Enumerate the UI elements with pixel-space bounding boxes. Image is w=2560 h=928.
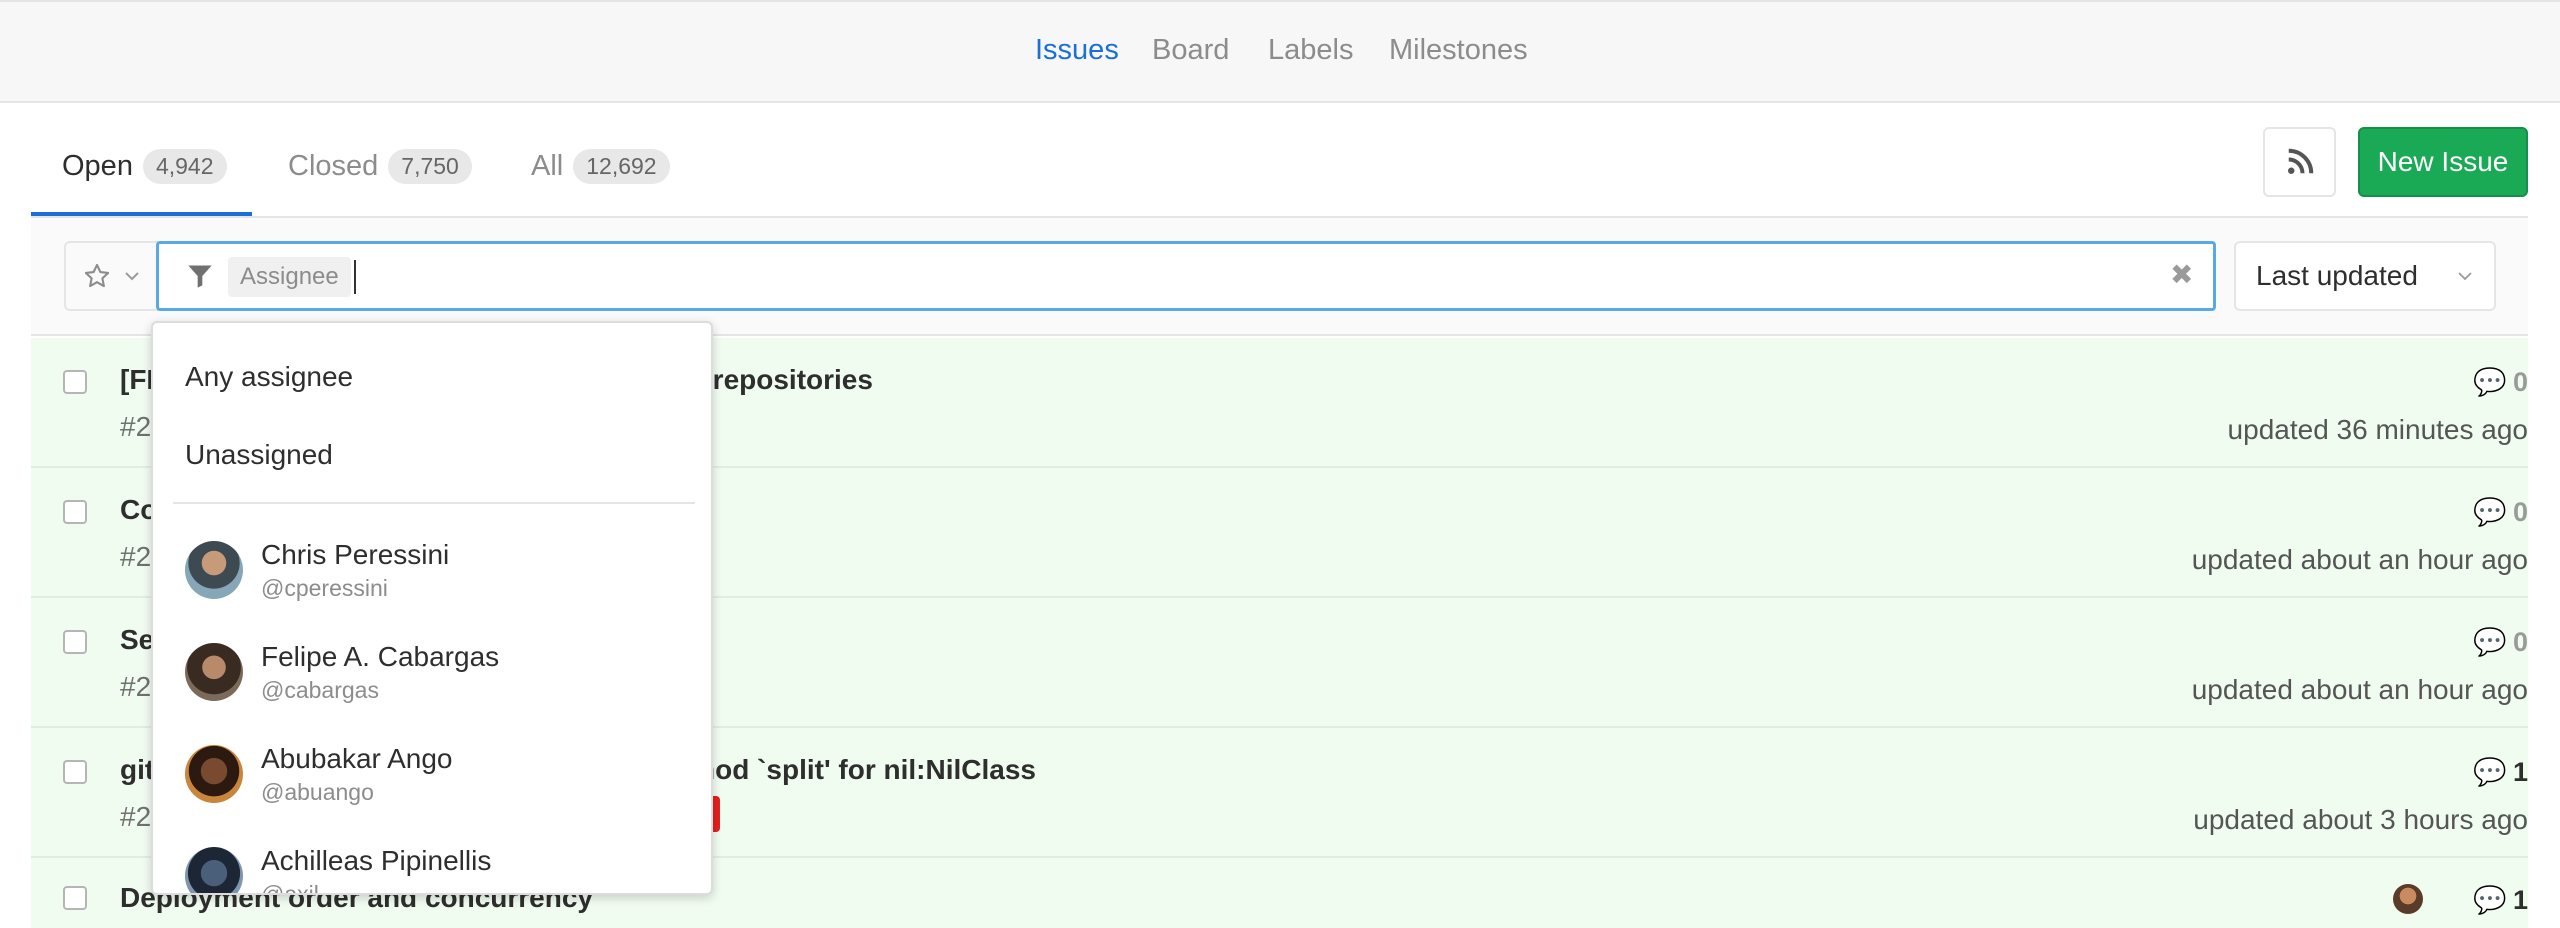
filter-icon [188,265,212,288]
tab-all-label: All [531,149,564,182]
issue-title[interactable]: git [120,754,154,786]
new-issue-button[interactable]: New Issue [2358,127,2528,197]
avatar [185,541,243,599]
user-option[interactable]: Chris Peressini @cperessini [185,535,685,605]
issue-ref: #2 [120,411,152,442]
open-count-badge: 4,942 [142,148,227,184]
user-name: Chris Peressini [261,539,450,570]
option-unassigned[interactable]: Unassigned [185,439,333,471]
comment-count-value: 0 [2512,366,2528,397]
nav-issues[interactable]: Issues [1035,34,1119,67]
updated-time: updated about an hour ago [2191,544,2528,575]
user-handle: @abuango [261,779,374,805]
avatar[interactable] [2393,884,2423,914]
issue-ref: #2 [120,541,152,572]
comments-icon: 💬 [2473,757,2507,787]
recent-searches-button[interactable] [64,241,158,311]
nav-milestones[interactable]: Milestones [1389,34,1528,67]
comments-icon: 💬 [2473,885,2507,915]
issue-ref: #2 [120,671,152,702]
user-handle: @axil [261,881,319,895]
issue-checkbox[interactable] [63,500,87,524]
avatar [185,847,243,893]
issue-checkbox[interactable] [63,886,87,910]
tab-closed-label: Closed [288,149,379,182]
user-name: Abubakar Ango [261,743,453,774]
user-name: Achilleas Pipinellis [261,845,492,876]
tab-open-label: Open [62,149,133,182]
tab-open[interactable]: Open 4,942 [62,146,227,186]
avatar [185,643,243,701]
comment-count-value: 1 [2512,884,2528,915]
issue-title[interactable]: Se [120,624,154,656]
tab-closed[interactable]: Closed 7,750 [288,146,472,186]
updated-time: updated 36 minutes ago [2227,414,2528,445]
comment-count[interactable]: 💬 0 [2473,496,2528,528]
comments-icon: 💬 [2473,627,2507,657]
user-name: Felipe A. Cabargas [261,641,500,672]
issue-title-tail[interactable]: hod `split' for nil:NilClass [698,754,1036,786]
nav-board[interactable]: Board [1152,34,1229,67]
user-handle: @cabargas [261,677,379,703]
comment-count[interactable]: 💬 0 [2473,626,2528,658]
clear-search-icon[interactable]: ✖ [2170,258,2193,291]
rss-icon [2287,148,2313,174]
updated-time: updated about 3 hours ago [2193,804,2528,835]
issue-checkbox[interactable] [63,760,87,784]
nav-labels[interactable]: Labels [1268,34,1353,67]
comment-count-value: 0 [2512,626,2528,657]
tab-all[interactable]: All 12,692 [531,146,670,186]
rss-button[interactable] [2263,127,2336,197]
issue-checkbox[interactable] [63,630,87,654]
avatar [185,745,243,803]
comment-count[interactable]: 💬 0 [2473,366,2528,398]
issue-checkbox[interactable] [63,370,87,394]
comment-count[interactable]: 💬 1 [2473,756,2528,788]
star-icon [84,263,110,288]
text-cursor [354,260,356,294]
comment-count-value: 1 [2512,756,2528,787]
issue-ref: #2 [120,801,152,832]
option-any-assignee[interactable]: Any assignee [185,361,353,393]
closed-count-badge: 7,750 [388,148,472,184]
chevron-down-icon [125,272,139,281]
user-handle: @cperessini [261,575,388,601]
updated-time: updated about an hour ago [2191,674,2528,705]
assignee-token[interactable]: Assignee [228,257,351,297]
comments-icon: 💬 [2473,367,2507,397]
all-count-badge: 12,692 [573,148,670,184]
top-nav: Issues Board Labels Milestones [0,0,2560,103]
user-option[interactable]: Achilleas Pipinellis @axil [185,841,685,895]
comment-count[interactable]: 💬 1 [2473,884,2528,916]
filtered-search-input[interactable] [156,241,2216,311]
assignee-dropdown: Any assignee Unassigned Chris Peressini … [151,321,713,895]
dropdown-divider [173,502,695,504]
user-option[interactable]: Felipe A. Cabargas @cabargas [185,637,685,707]
issue-title-tail[interactable]: r repositories [694,364,873,396]
comments-icon: 💬 [2473,497,2507,527]
sort-label: Last updated [2256,260,2418,291]
issue-title[interactable]: [FI [120,364,154,396]
user-option[interactable]: Abubakar Ango @abuango [185,739,685,809]
sort-dropdown[interactable]: Last updated [2234,241,2496,311]
chevron-down-icon [2458,272,2472,281]
comment-count-value: 0 [2512,496,2528,527]
